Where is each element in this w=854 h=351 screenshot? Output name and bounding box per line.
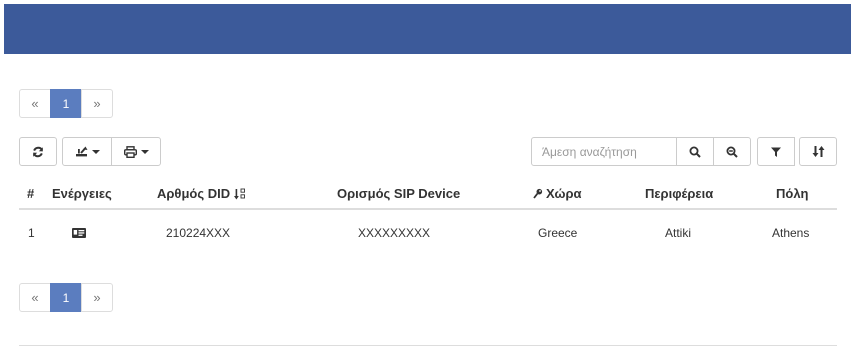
search-button[interactable] <box>676 137 714 166</box>
pagination-bottom: « 1 » <box>19 283 113 312</box>
sort-alpha-icon <box>234 188 246 199</box>
pagination-prev-button[interactable]: « <box>19 283 51 312</box>
chevron-down-icon <box>91 149 100 154</box>
pagination-top: « 1 » <box>19 89 113 118</box>
column-header-did-label: Αρθμός DID <box>157 186 231 201</box>
row-country: Greece <box>538 226 578 240</box>
view-details-button[interactable] <box>72 227 86 241</box>
filter-icon <box>771 147 781 157</box>
footer-divider <box>19 345 837 346</box>
search-input[interactable] <box>531 137 677 166</box>
column-header-region: Περιφέρεια <box>645 186 714 201</box>
column-header-country-label: Χώρα <box>546 186 582 201</box>
sort-icon <box>812 146 824 157</box>
column-header-city: Πόλη <box>776 186 809 201</box>
column-header-actions: Ενέργειες <box>52 186 112 201</box>
id-card-icon <box>72 228 86 238</box>
pagination-page-1-button[interactable]: 1 <box>50 283 82 312</box>
row-region: Attiki <box>665 226 692 240</box>
refresh-button[interactable] <box>19 137 57 166</box>
row-index: 1 <box>28 226 35 240</box>
row-city: Athens <box>772 226 810 240</box>
print-icon <box>123 145 137 158</box>
column-header-sip-device: Ορισμός SIP Device <box>337 186 461 201</box>
pagination-prev-button[interactable]: « <box>19 89 51 118</box>
refresh-icon <box>33 146 43 157</box>
column-header-did[interactable]: Αρθμός DID <box>157 186 246 201</box>
export-icon <box>75 146 87 157</box>
pagination-page-1-button[interactable]: 1 <box>50 89 82 118</box>
table-header-divider <box>19 208 837 210</box>
print-dropdown-button[interactable] <box>111 137 161 166</box>
pagination-next-button[interactable]: » <box>81 89 113 118</box>
sort-button[interactable] <box>799 137 837 166</box>
row-sip-device: XXXXXXXXX <box>358 226 431 240</box>
filter-button[interactable] <box>757 137 795 166</box>
column-header-index: # <box>27 186 35 201</box>
clear-search-button[interactable] <box>713 137 751 166</box>
row-did-number: 210224XXX <box>166 226 231 240</box>
chevron-down-icon <box>140 149 149 154</box>
key-icon <box>533 188 543 199</box>
header-bar <box>4 4 851 54</box>
export-dropdown-button[interactable] <box>62 137 112 166</box>
zoom-out-icon <box>726 146 738 158</box>
pagination-next-button[interactable]: » <box>81 283 113 312</box>
column-header-country: Χώρα <box>533 186 582 201</box>
search-icon <box>689 146 701 158</box>
